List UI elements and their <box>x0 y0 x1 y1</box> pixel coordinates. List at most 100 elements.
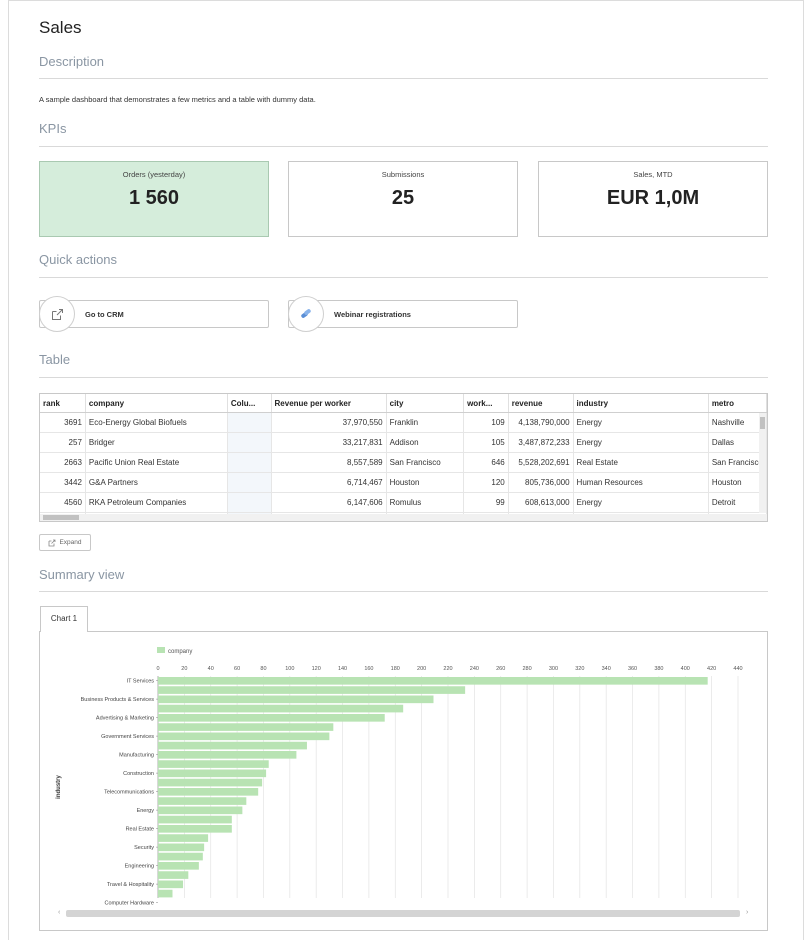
x-tick-label: 140 <box>338 666 347 672</box>
table-cell: San Francisco <box>386 452 465 473</box>
table-cell: Energy <box>573 412 709 433</box>
x-tick-label: 100 <box>285 666 294 672</box>
column-header[interactable]: city <box>386 394 465 413</box>
kpi-label: Orders (yesterday) <box>122 170 186 179</box>
y-axis-label: industry <box>56 775 62 799</box>
bar <box>158 889 173 898</box>
table-row[interactable]: 3691 Eco-Energy Global Biofuels 37,970,550… <box>40 412 767 433</box>
bar <box>158 843 205 852</box>
bar <box>158 778 263 787</box>
kpi-value: EUR 1,0M <box>606 187 700 209</box>
scrollbar-thumb[interactable] <box>43 515 79 520</box>
bar <box>158 704 404 713</box>
x-tick-label: 280 <box>522 666 531 672</box>
x-tick-label: 200 <box>417 666 426 672</box>
x-tick-label: 340 <box>602 666 611 672</box>
data-table[interactable]: rank company Colu... Revenue per worker city… <box>39 393 768 522</box>
scroll-left-icon[interactable]: ‹ <box>58 909 60 916</box>
table-cell: RKA Petroleum Companies <box>85 492 228 513</box>
scroll-right-icon[interactable]: › <box>746 909 748 916</box>
table-cell: Romulus <box>386 492 465 513</box>
table-cell: 608,613,000 <box>508 492 574 513</box>
table-row[interactable]: 3442 G&A Partners 6,714,467 Houston 120 805,7… <box>40 472 767 493</box>
x-tick-label: 40 <box>208 666 214 672</box>
chart-horizontal-scrollbar[interactable] <box>66 910 740 917</box>
table: rank company Colu... Revenue per worker city… <box>40 394 767 521</box>
kpi-label: Submissions <box>381 170 425 179</box>
x-tick-label: 380 <box>654 666 663 672</box>
bar <box>158 871 189 879</box>
y-tick-label: IT Services <box>127 679 155 685</box>
table-cell <box>227 492 272 513</box>
kpi-label: Sales, MTD <box>633 170 673 179</box>
table-cell: Dallas <box>708 432 767 453</box>
table-cell: Eco-Energy Global Biofuels <box>85 412 228 433</box>
go-to-crm-button[interactable]: Go to CRM <box>39 296 269 332</box>
kpi-card-orders[interactable]: Orders (yesterday) 1 560 <box>39 161 269 237</box>
expand-label: Expand <box>59 539 82 546</box>
webinar-registrations-button[interactable]: Webinar registrations <box>288 296 518 332</box>
table-cell: 805,736,000 <box>508 472 574 493</box>
column-header[interactable]: metro <box>708 394 767 413</box>
x-tick-label: 440 <box>733 666 742 672</box>
quick-actions-heading: Quick actions <box>39 252 118 267</box>
table-cell: Detroit <box>708 492 767 513</box>
table-cell <box>227 412 272 433</box>
column-header[interactable]: Revenue per worker <box>271 394 387 413</box>
bar <box>158 788 259 796</box>
kpi-card-submissions[interactable]: Submissions 25 <box>288 161 518 237</box>
bar <box>158 806 243 815</box>
table-cell: 8,557,589 <box>271 452 387 473</box>
column-header[interactable]: Colu... <box>227 394 272 413</box>
page-title: Sales <box>39 18 82 37</box>
description-heading: Description <box>39 54 105 69</box>
divider <box>39 591 768 592</box>
table-cell: Houston <box>708 472 767 493</box>
column-header[interactable]: revenue <box>508 394 574 413</box>
bar <box>158 834 209 842</box>
bar <box>158 825 232 833</box>
bar <box>158 751 297 759</box>
table-row[interactable]: 2663 Pacific Union Real Estate 8,557,589 Sa… <box>40 452 767 473</box>
table-cell: Real Estate <box>573 452 709 473</box>
table-cell: 646 <box>463 452 509 473</box>
x-tick-label: 80 <box>260 666 266 672</box>
y-tick-label: Manufacturing <box>119 753 154 759</box>
column-header[interactable]: company <box>85 394 228 413</box>
table-cell: San Francisco <box>708 452 767 473</box>
table-cell: 6,147,606 <box>271 492 387 513</box>
column-header[interactable]: industry <box>573 394 709 413</box>
bar <box>158 862 199 870</box>
x-tick-label: 60 <box>234 666 240 672</box>
table-cell: 33,217,831 <box>271 432 387 453</box>
bar <box>158 723 334 731</box>
table-cell: 257 <box>40 432 86 453</box>
y-tick-label: Government Services <box>101 734 154 740</box>
table-row[interactable]: 257 Bridger 33,217,831 Addison 105 3,487,872,… <box>40 432 767 453</box>
table-cell: Franklin <box>386 412 465 433</box>
table-cell: Houston <box>386 472 465 493</box>
horizontal-scrollbar[interactable] <box>40 514 767 521</box>
vertical-scrollbar[interactable] <box>759 413 766 513</box>
x-tick-label: 260 <box>496 666 505 672</box>
y-tick-label: Telecommunications <box>104 790 154 796</box>
table-cell: 109 <box>463 412 509 433</box>
tab-chart-1[interactable]: Chart 1 <box>40 606 88 632</box>
x-tick-label: 240 <box>470 666 479 672</box>
table-cell: Addison <box>386 432 465 453</box>
table-heading: Table <box>39 352 71 367</box>
expand-button[interactable]: Expand <box>39 534 91 551</box>
x-tick-label: 360 <box>628 666 637 672</box>
bar <box>158 815 232 824</box>
scrollbar-thumb[interactable] <box>760 417 765 429</box>
column-header[interactable]: work... <box>463 394 509 413</box>
divider <box>39 78 768 79</box>
table-cell: Energy <box>573 432 709 453</box>
column-header[interactable]: rank <box>40 394 86 413</box>
table-row[interactable]: 4560 RKA Petroleum Companies 6,147,606 Romu… <box>40 492 767 513</box>
divider <box>39 277 768 278</box>
table-cell: 99 <box>463 492 509 513</box>
external-link-icon <box>39 296 75 332</box>
kpi-card-sales[interactable]: Sales, MTD EUR 1,0M <box>538 161 768 237</box>
x-tick-label: 300 <box>549 666 558 672</box>
